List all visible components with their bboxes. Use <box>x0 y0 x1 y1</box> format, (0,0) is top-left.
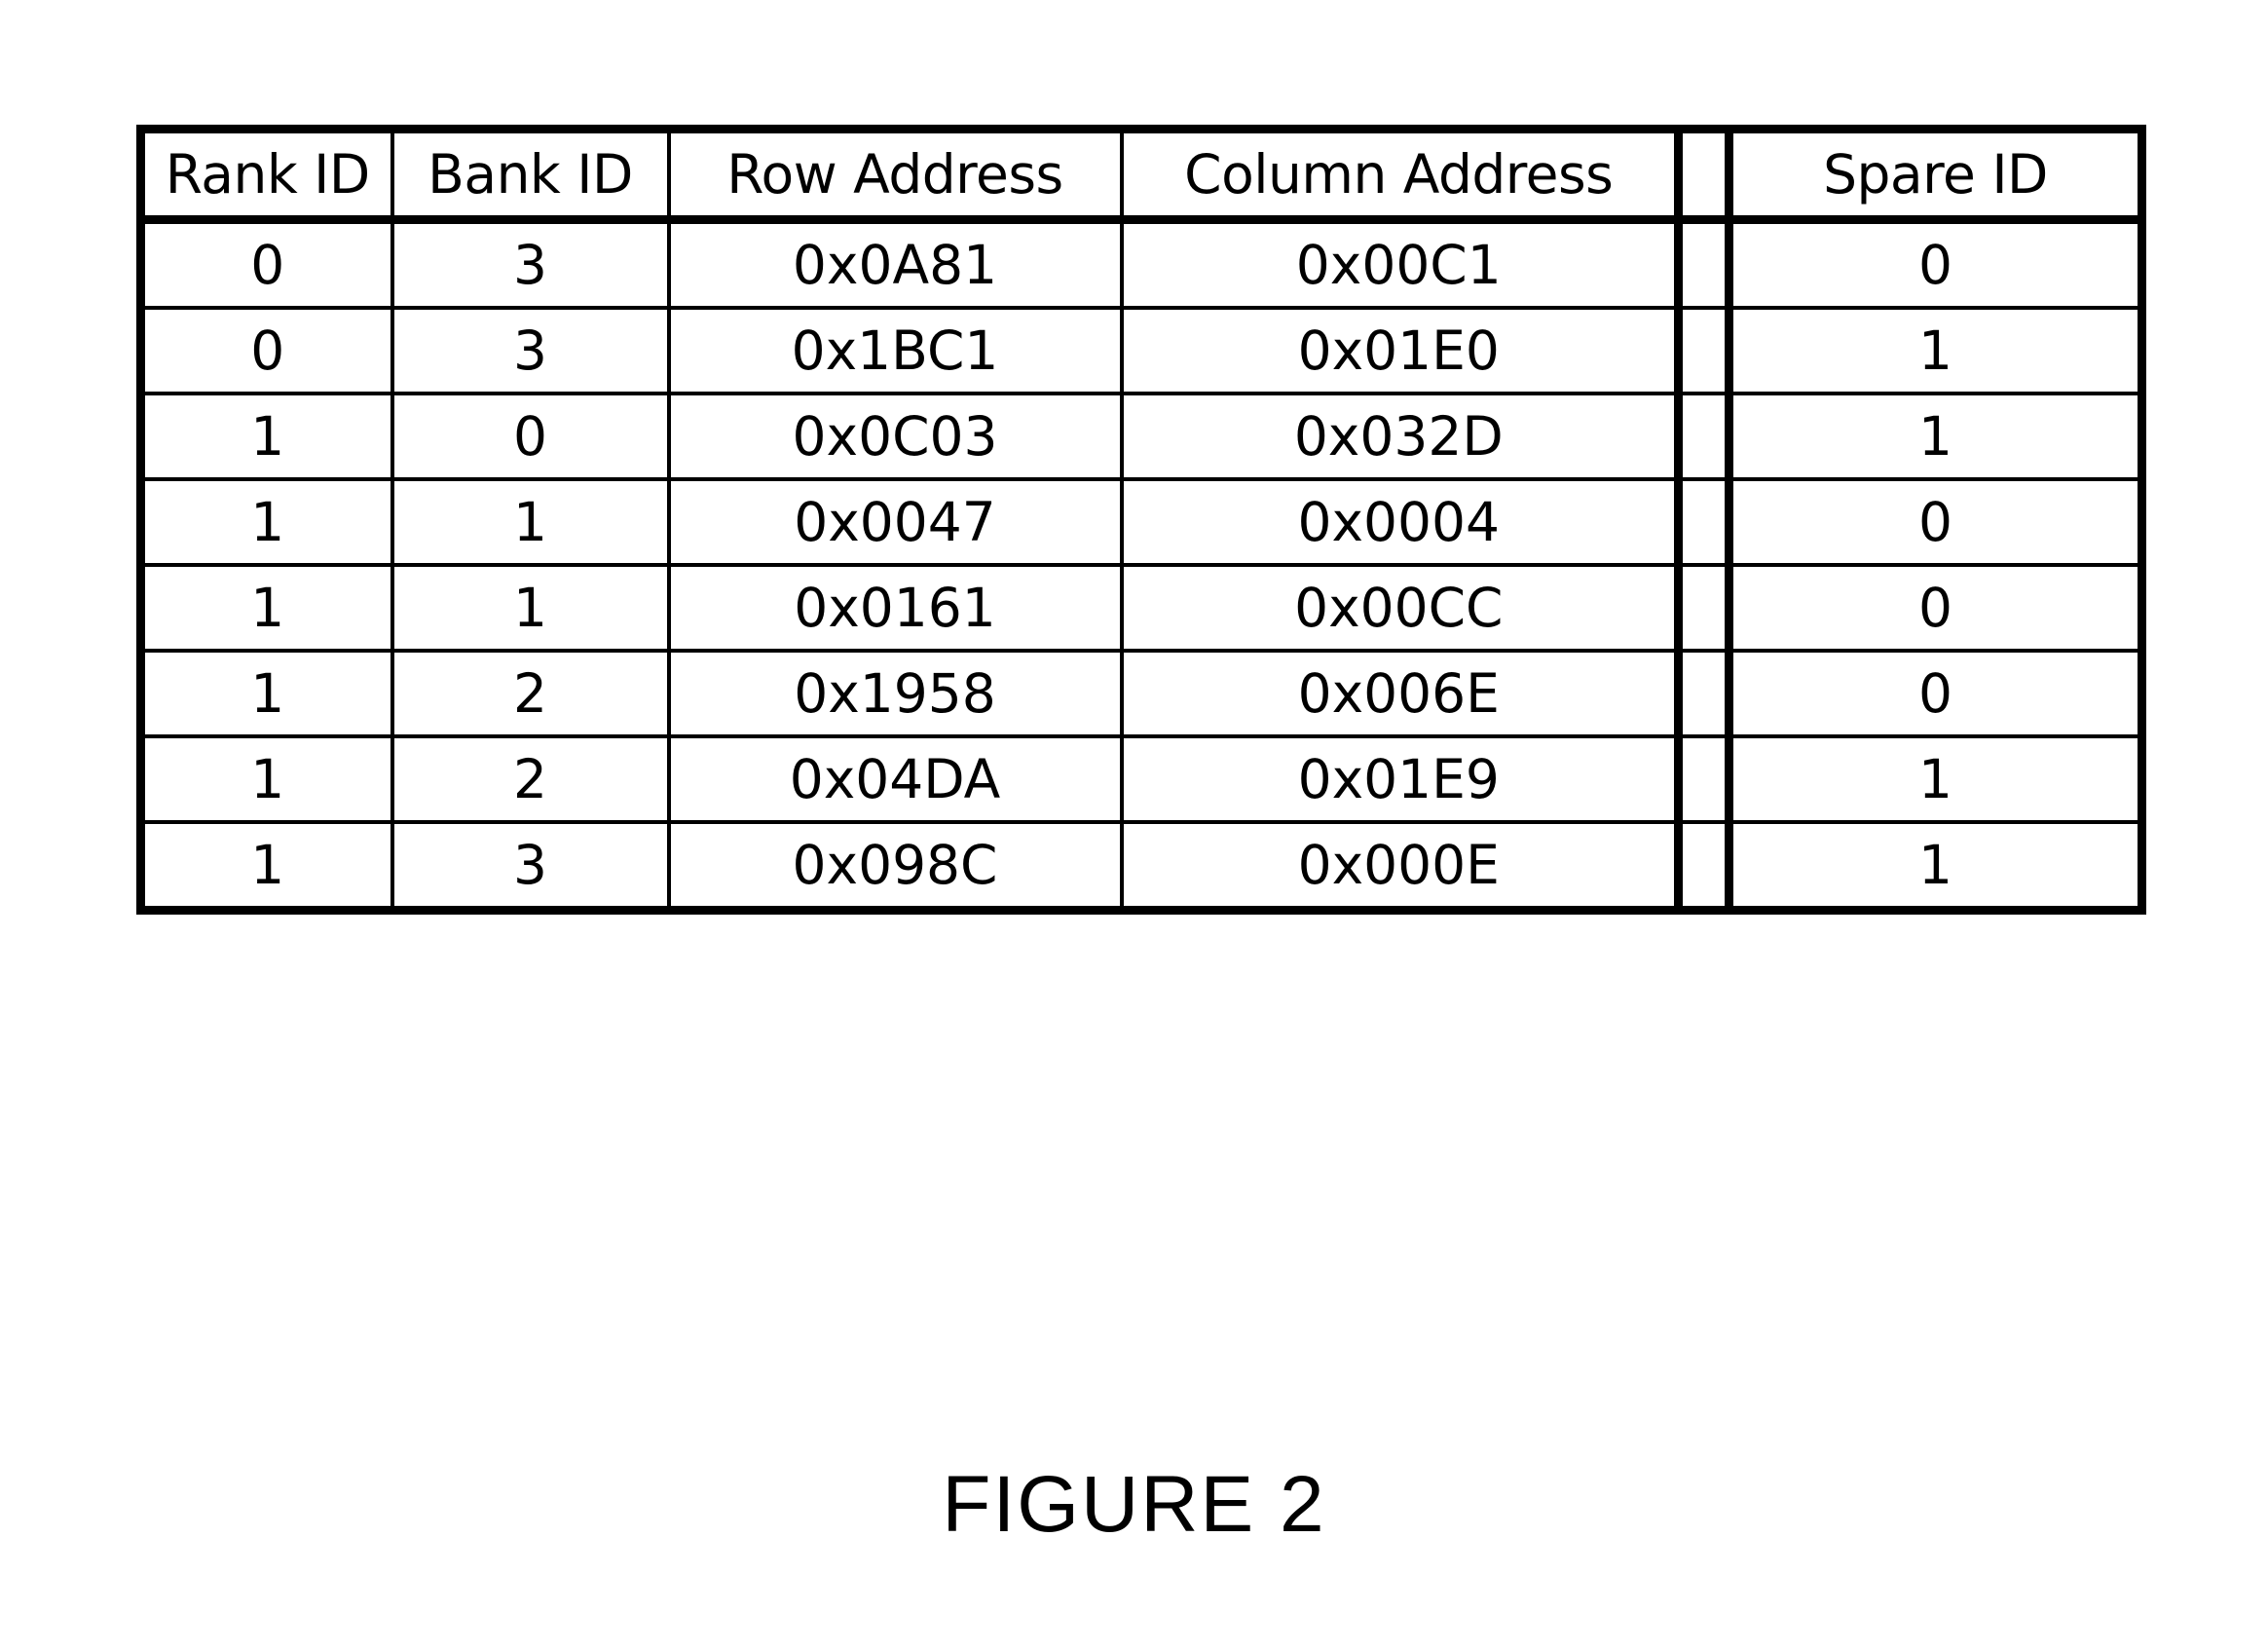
cell-bank-id: 3 <box>390 217 671 310</box>
figure-caption: FIGURE 2 <box>942 1460 1326 1549</box>
cell-row-address: 0x0047 <box>666 477 1124 567</box>
cell-row-address: 0x1958 <box>666 649 1124 738</box>
cell-rank-id: 1 <box>138 563 394 653</box>
cell-bank-id: 1 <box>390 563 671 653</box>
table-row: 0 3 0x1BC1 0x01E0 1 <box>138 306 2144 395</box>
cell-rank-id: 1 <box>138 649 394 738</box>
cell-spacer <box>1674 820 1733 913</box>
cell-spare-id: 0 <box>1727 563 2144 653</box>
cell-spacer <box>1674 217 1733 310</box>
table-row: 1 2 0x1958 0x006E 0 <box>138 649 2144 738</box>
cell-spare-id: 0 <box>1727 649 2144 738</box>
column-header-spare-id: Spare ID <box>1727 129 2144 224</box>
cell-column-address: 0x0004 <box>1119 477 1681 567</box>
table-row: 0 3 0x0A81 0x00C1 0 <box>138 217 2144 310</box>
cell-bank-id: 1 <box>390 477 671 567</box>
cell-row-address: 0x0161 <box>666 563 1124 653</box>
table-header-row: Rank ID Bank ID Row Address Column Addre… <box>138 129 2144 224</box>
cell-row-address: 0x098C <box>666 820 1124 913</box>
cell-column-address: 0x01E0 <box>1119 306 1681 395</box>
cell-row-address: 0x1BC1 <box>666 306 1124 395</box>
cell-rank-id: 1 <box>138 820 394 913</box>
table-row: 1 2 0x04DA 0x01E9 1 <box>138 734 2144 824</box>
cell-spacer <box>1674 649 1733 738</box>
column-header-spacer <box>1674 129 1733 224</box>
cell-spacer <box>1674 306 1733 395</box>
cell-rank-id: 1 <box>138 477 394 567</box>
cell-column-address: 0x006E <box>1119 649 1681 738</box>
table-row: 1 0 0x0C03 0x032D 1 <box>138 392 2144 481</box>
cell-spacer <box>1674 563 1733 653</box>
cell-rank-id: 0 <box>138 306 394 395</box>
cell-spacer <box>1674 734 1733 824</box>
cell-spare-id: 1 <box>1727 392 2144 481</box>
cell-bank-id: 3 <box>390 820 671 913</box>
column-header-rank-id: Rank ID <box>138 129 394 224</box>
cell-bank-id: 2 <box>390 734 671 824</box>
cell-column-address: 0x00C1 <box>1119 217 1681 310</box>
cell-spare-id: 0 <box>1727 217 2144 310</box>
cell-rank-id: 1 <box>138 392 394 481</box>
spare-repair-table-container: Rank ID Bank ID Row Address Column Addre… <box>136 125 2146 915</box>
cell-row-address: 0x04DA <box>666 734 1124 824</box>
column-header-row-address: Row Address <box>666 129 1124 224</box>
table-row: 1 3 0x098C 0x000E 1 <box>138 820 2144 913</box>
table-row: 1 1 0x0047 0x0004 0 <box>138 477 2144 567</box>
cell-column-address: 0x032D <box>1119 392 1681 481</box>
table-row: 1 1 0x0161 0x00CC 0 <box>138 563 2144 653</box>
column-header-column-address: Column Address <box>1119 129 1681 224</box>
cell-spacer <box>1674 477 1733 567</box>
cell-spare-id: 0 <box>1727 477 2144 567</box>
figure-sheet: Rank ID Bank ID Row Address Column Addre… <box>0 0 2268 1650</box>
cell-row-address: 0x0C03 <box>666 392 1124 481</box>
cell-column-address: 0x00CC <box>1119 563 1681 653</box>
cell-bank-id: 2 <box>390 649 671 738</box>
cell-bank-id: 0 <box>390 392 671 481</box>
cell-column-address: 0x01E9 <box>1119 734 1681 824</box>
cell-column-address: 0x000E <box>1119 820 1681 913</box>
cell-bank-id: 3 <box>390 306 671 395</box>
cell-row-address: 0x0A81 <box>666 217 1124 310</box>
cell-spare-id: 1 <box>1727 734 2144 824</box>
cell-spare-id: 1 <box>1727 820 2144 913</box>
cell-rank-id: 0 <box>138 217 394 310</box>
column-header-bank-id: Bank ID <box>390 129 671 224</box>
spare-repair-table: Rank ID Bank ID Row Address Column Addre… <box>136 125 2146 915</box>
cell-spare-id: 1 <box>1727 306 2144 395</box>
cell-rank-id: 1 <box>138 734 394 824</box>
table-body: 0 3 0x0A81 0x00C1 0 0 3 0x1BC1 0x01E0 1 <box>138 217 2144 913</box>
cell-spacer <box>1674 392 1733 481</box>
